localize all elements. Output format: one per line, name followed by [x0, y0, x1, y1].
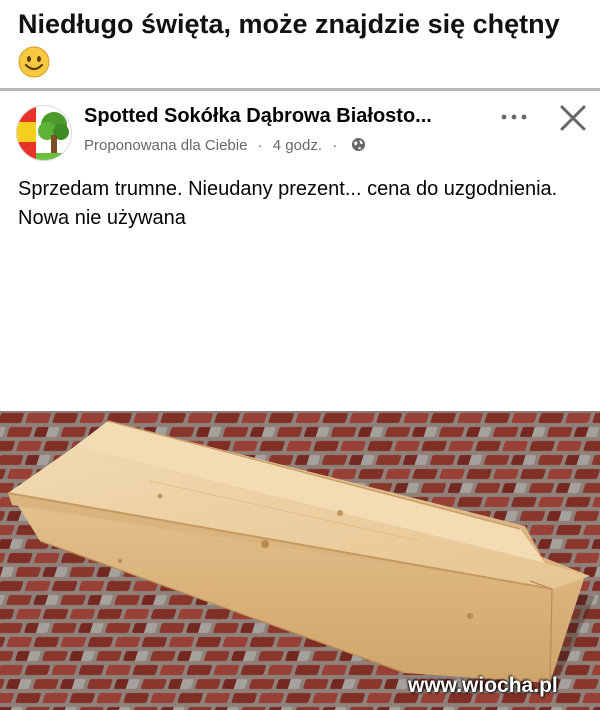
meta-separator: · — [257, 137, 263, 154]
page-name[interactable]: Spotted Sokółka Dąbrowa Białosto... — [84, 105, 432, 128]
close-icon[interactable] — [556, 101, 590, 135]
page-avatar[interactable] — [16, 105, 72, 161]
facebook-post: Spotted Sokółka Dąbrowa Białosto... Prop… — [0, 91, 600, 710]
caption-text: Niedługo święta, może znajdzie się chętn… — [18, 9, 560, 39]
smiling-face-emoji-icon — [18, 46, 50, 78]
post-body: Sprzedam trumne. Nieudany prezent... cen… — [18, 178, 558, 229]
meta-separator: · — [332, 137, 338, 154]
suggested-label: Proponowana dla Ciebie — [84, 137, 248, 154]
globe-icon — [352, 137, 366, 152]
more-options-icon[interactable] — [494, 105, 534, 133]
watermark: www.wiocha.pl — [408, 674, 558, 697]
meme-caption: Niedługo święta, może znajdzie się chętn… — [18, 4, 588, 84]
coffin-photo[interactable] — [0, 411, 600, 710]
post-time[interactable]: 4 godz. — [273, 137, 322, 154]
post-meta: Proponowana dla Ciebie · 4 godz. · — [84, 137, 366, 154]
